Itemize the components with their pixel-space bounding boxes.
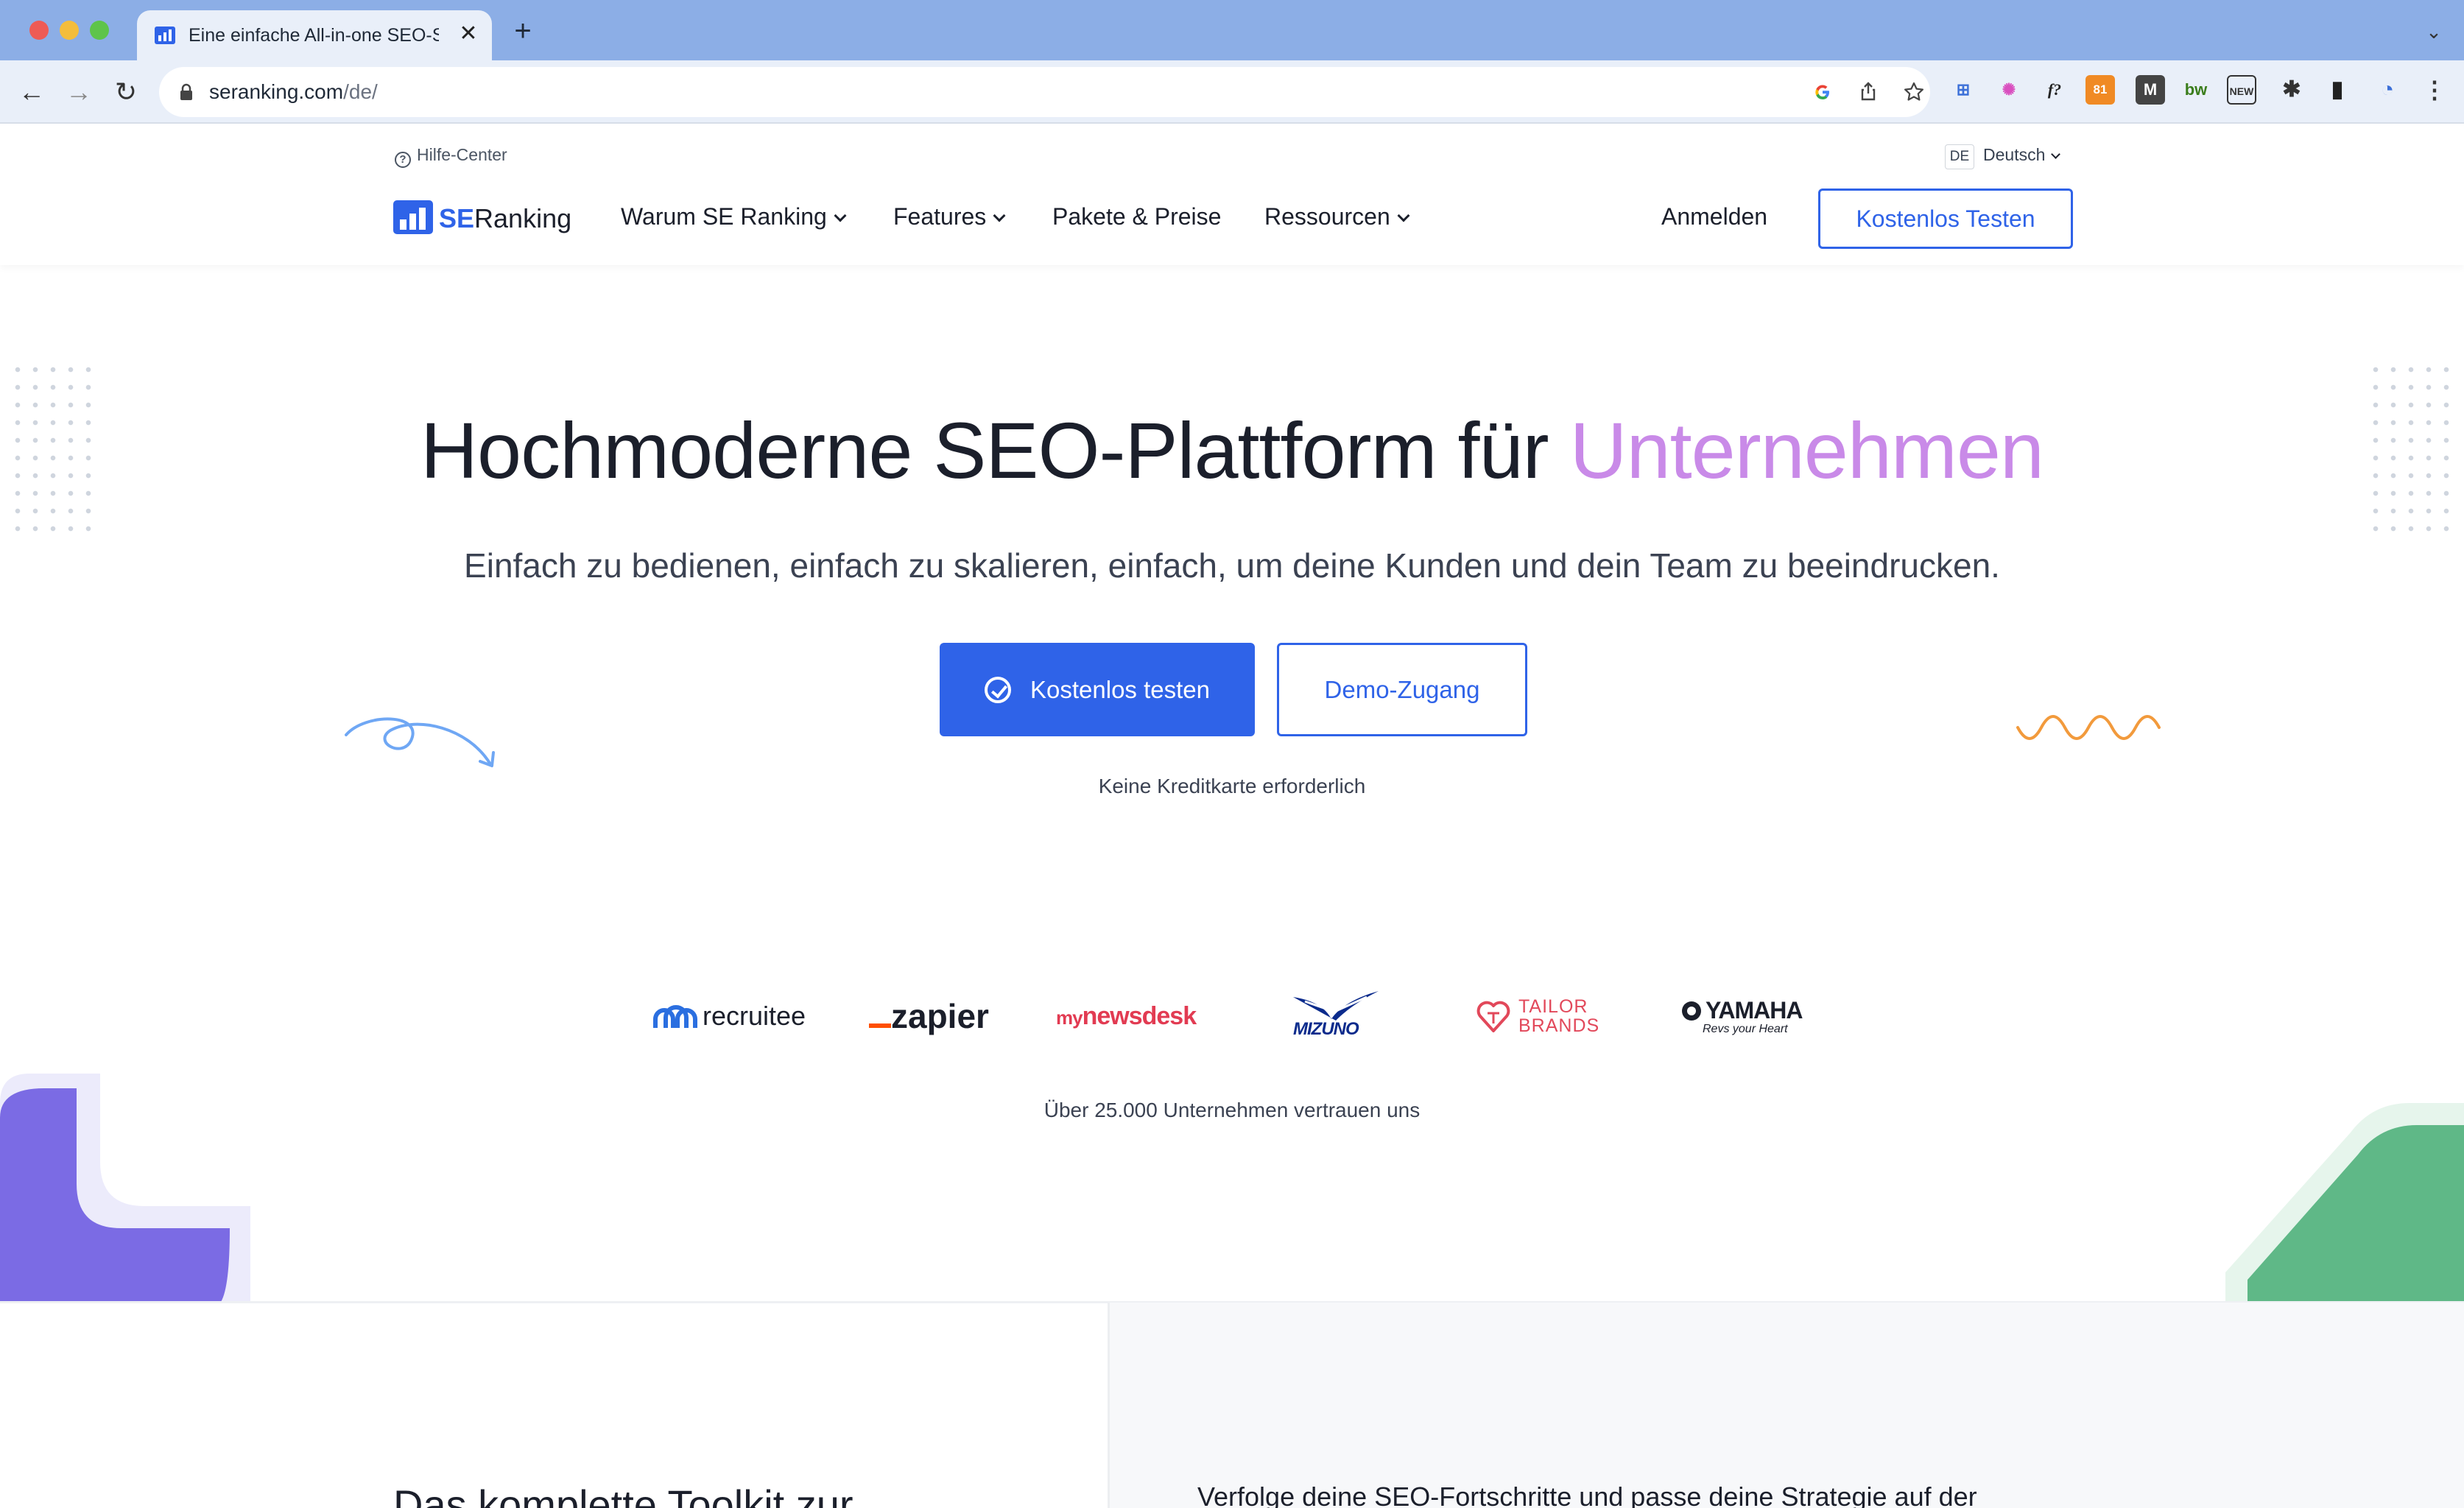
yamaha-tagline: Revs your Heart <box>1703 1023 1788 1035</box>
hero-title: Hochmoderne SEO-Plattform für Unternehme… <box>0 406 2464 495</box>
chevron-down-icon <box>1397 209 1410 222</box>
logo-text: SERanking <box>439 202 571 236</box>
mynewsdesk-logo: mynewsdesk <box>1056 994 1197 1038</box>
back-button[interactable]: ← <box>15 75 49 109</box>
orange-wave-icon <box>2016 715 2161 740</box>
logo-se: SE <box>439 203 475 233</box>
tab-strip: Eine einfache All-in-one SEO-Software ✕ … <box>0 0 2464 60</box>
share-icon[interactable] <box>1856 80 1881 105</box>
yamaha-tuning-fork-icon <box>1682 1001 1701 1021</box>
brands-text: BRANDS <box>1518 1015 1600 1036</box>
green-corner-shape <box>2225 1103 2464 1302</box>
hero-free-trial-button[interactable]: Kostenlos testen <box>940 643 1255 736</box>
login-link[interactable]: Anmelden <box>1661 200 1767 233</box>
help-center-label: Hilfe-Center <box>417 145 507 164</box>
demo-access-button[interactable]: Demo-Zugang <box>1277 643 1527 736</box>
hero-subtitle: Einfach zu bedienen, einfach zu skaliere… <box>464 546 2000 585</box>
yamaha-logo: YAMAHA Revs your Heart <box>1680 994 1806 1038</box>
language-selector[interactable]: DE Deutsch <box>1945 141 2061 169</box>
ext-ahrefs-icon[interactable]: 81 <box>2085 75 2115 105</box>
tailor-brands-logo: TAILOR BRANDS <box>1476 994 1623 1038</box>
tab-close-icon[interactable]: ✕ <box>455 21 482 47</box>
browser-chrome: Eine einfache All-in-one SEO-Software ✕ … <box>0 0 2464 124</box>
hero-title-main: Hochmoderne SEO-Plattform für <box>420 406 1570 495</box>
blue-loop-arrow-icon <box>345 717 495 767</box>
minimize-window-button[interactable] <box>60 21 79 40</box>
maximize-window-button[interactable] <box>90 21 109 40</box>
nav-pricing[interactable]: Pakete & Preise <box>1052 200 1221 233</box>
url-path: /de/ <box>343 80 378 103</box>
zapier-text: zapier <box>891 997 989 1035</box>
trust-statement: Über 25.000 Unternehmen vertrauen uns <box>1043 1099 1421 1121</box>
close-window-button[interactable] <box>29 21 49 40</box>
nav-why-se-ranking[interactable]: Warum SE Ranking <box>621 200 847 233</box>
seranking-favicon-icon <box>155 27 175 44</box>
nav-pricing-label: Pakete & Preise <box>1052 203 1222 230</box>
header-free-trial-button[interactable]: Kostenlos Testen <box>1818 188 2073 249</box>
address-bar[interactable]: seranking.com/de/ <box>159 67 1930 117</box>
recruitee-logo: recruitee <box>652 994 806 1038</box>
ext-bw-icon[interactable]: bw <box>2181 75 2211 105</box>
url-host: seranking.com <box>209 80 344 103</box>
chevron-down-icon <box>993 209 1006 222</box>
ext-formula-icon[interactable]: f? <box>2040 75 2069 105</box>
language-name: Deutsch <box>1983 145 2046 164</box>
new-tab-button[interactable]: + <box>508 16 538 46</box>
zapier-logo: zapier <box>869 994 989 1038</box>
tailor-text: TAILOR <box>1518 996 1588 1017</box>
lock-icon <box>180 83 192 100</box>
nav-features[interactable]: Features <box>893 200 1006 233</box>
feature-panel-right <box>1108 1303 2464 1508</box>
hero-title-accent: Unternehmen <box>1569 406 2044 495</box>
chevron-down-icon <box>834 209 847 222</box>
nav-why-label: Warum SE Ranking <box>621 203 827 230</box>
mizuno-logo: MIZUNO <box>1290 990 1381 1043</box>
mynewsdesk-my: my <box>1056 1007 1083 1029</box>
star-icon[interactable] <box>1901 80 1926 105</box>
recruitee-mark-icon <box>653 1005 697 1028</box>
logo-ranking: Ranking <box>474 203 572 233</box>
feature-description: Verfolge deine SEO-Fortschritte und pass… <box>1197 1481 1977 1508</box>
nav-features-label: Features <box>893 203 987 230</box>
page-content: ? Hilfe-Center DE Deutsch SERanking Warum … <box>0 124 2464 1508</box>
ext-new-icon[interactable]: NEW <box>2227 75 2256 105</box>
chevron-down-icon <box>2051 149 2061 159</box>
nav-resources-label: Ressourcen <box>1264 203 1390 230</box>
logo-bars-icon <box>393 200 433 234</box>
reload-button[interactable]: ↻ <box>109 75 143 109</box>
google-icon[interactable] <box>1810 80 1835 105</box>
tailor-heart-icon <box>1476 1001 1510 1032</box>
sidepanel-icon[interactable]: ▮ <box>2323 75 2352 105</box>
toolkit-heading: Das komplette Toolkit zur <box>393 1481 853 1508</box>
zapier-dash-icon <box>869 1023 891 1028</box>
seranking-logo[interactable]: SERanking <box>393 199 571 239</box>
browser-tab-active[interactable]: Eine einfache All-in-one SEO-Software ✕ <box>137 10 492 60</box>
mizuno-text: MIZUNO <box>1293 1019 1359 1039</box>
tab-title: Eine einfache All-in-one SEO-Software <box>189 25 439 46</box>
language-code: DE <box>1945 144 1974 169</box>
purple-corner-shape <box>0 1074 250 1302</box>
tab-search-button[interactable]: ⌄ <box>2423 21 2445 43</box>
extensions-puzzle-icon[interactable]: ✱ <box>2277 75 2306 105</box>
url-text[interactable]: seranking.com/de/ <box>209 79 378 105</box>
ext-color-wheel-icon[interactable]: ✺ <box>1994 75 2024 105</box>
ext-m-icon[interactable]: M <box>2136 75 2165 105</box>
ext-analytics-icon[interactable]: ◔ <box>2373 75 2402 105</box>
check-circle-icon <box>985 677 1011 703</box>
forward-button[interactable]: → <box>62 75 96 109</box>
nav-resources[interactable]: Ressourcen <box>1264 200 1410 233</box>
recruitee-text: recruitee <box>703 1001 806 1031</box>
hero-free-trial-label: Kostenlos testen <box>1030 676 1210 703</box>
question-icon: ? <box>395 152 411 168</box>
help-center-link[interactable]: ? Hilfe-Center <box>395 143 507 168</box>
mynewsdesk-rest: newsdesk <box>1082 1002 1197 1030</box>
ext-translate-icon[interactable]: ⊞ <box>1949 75 1978 105</box>
site-header: ? Hilfe-Center DE Deutsch SERanking Warum … <box>0 124 2464 265</box>
browser-menu-icon[interactable]: ⋮ <box>2420 75 2449 105</box>
yamaha-text: YAMAHA <box>1706 997 1803 1023</box>
